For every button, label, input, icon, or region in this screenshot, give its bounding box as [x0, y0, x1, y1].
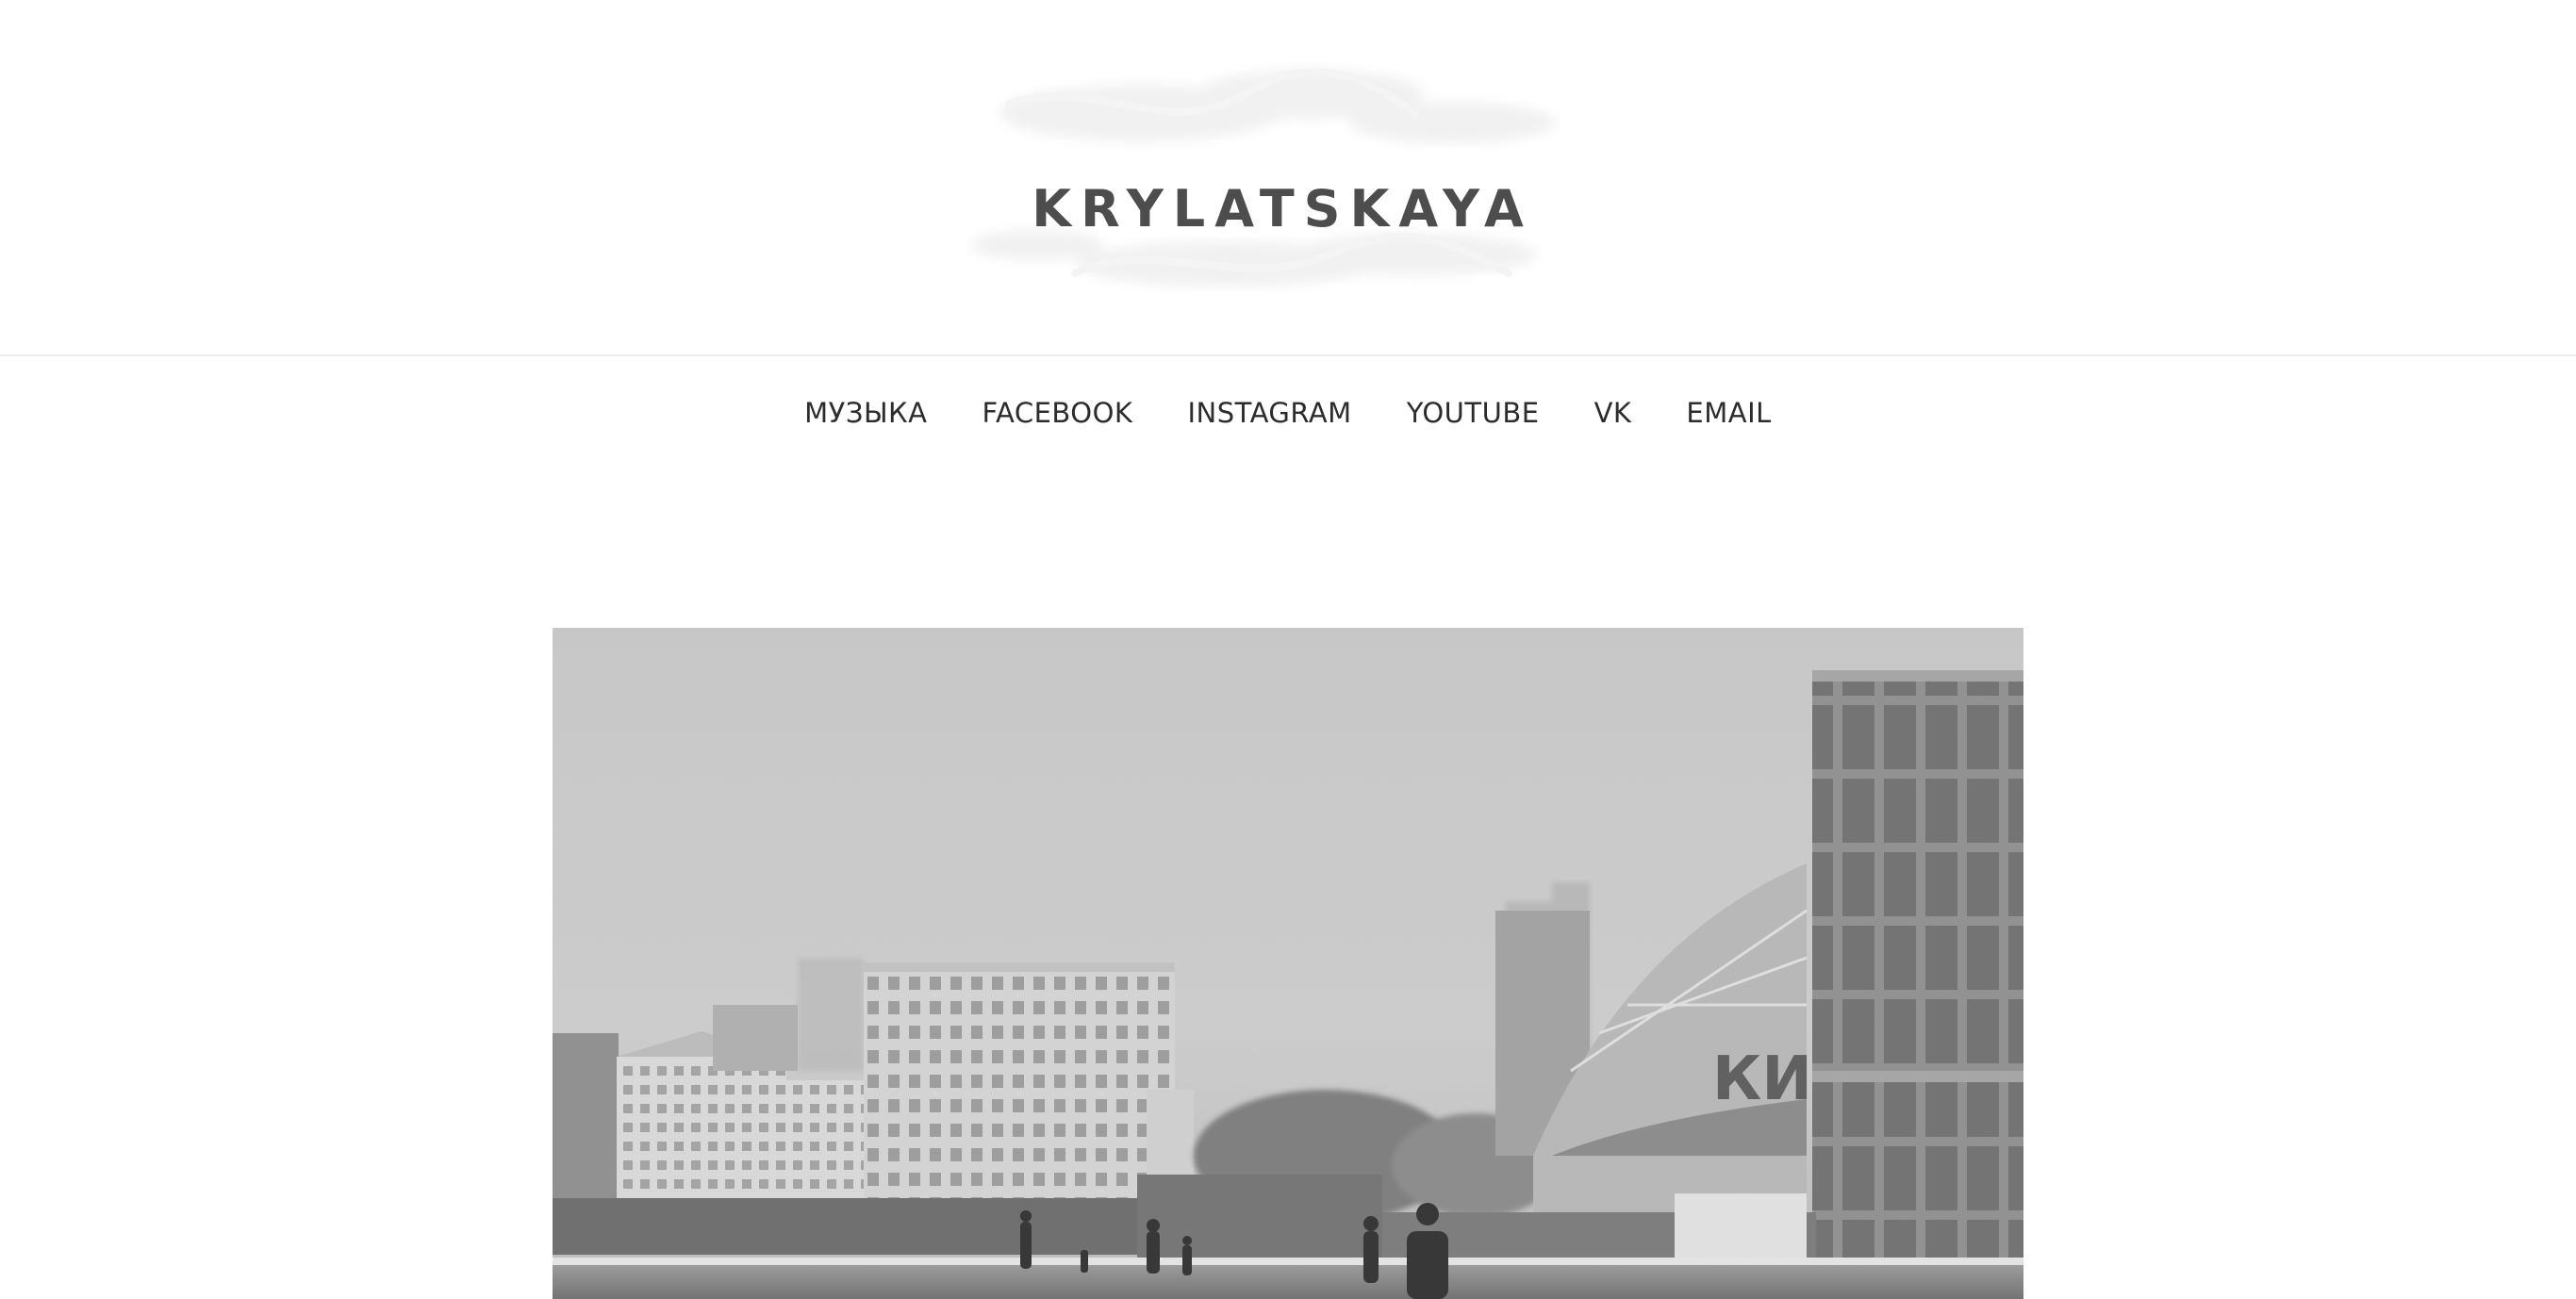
- featured-photo[interactable]: КИЇВ: [553, 628, 2023, 1299]
- main-nav: МУЗЫКА FACEBOOK INSTAGRAM YOUTUBE VK EMA…: [0, 356, 2576, 469]
- logo-text: KRYLATSKAYA: [1032, 179, 1533, 238]
- page: KRYLATSKAYA МУЗЫКА FACEBOOK INSTAGRAM YO…: [0, 0, 2576, 1299]
- nav-item-instagram[interactable]: INSTAGRAM: [1187, 397, 1351, 429]
- nav-item-music[interactable]: МУЗЫКА: [804, 397, 927, 429]
- nav-item-email[interactable]: EMAIL: [1686, 397, 1771, 429]
- nav-item-facebook[interactable]: FACEBOOK: [982, 397, 1132, 429]
- photo-scene: КИЇВ: [553, 628, 2023, 1299]
- site-header: KRYLATSKAYA: [0, 0, 2576, 354]
- nav-item-youtube[interactable]: YOUTUBE: [1407, 397, 1540, 429]
- site-logo[interactable]: KRYLATSKAYA: [886, 38, 1678, 321]
- nav-item-vk[interactable]: VK: [1594, 397, 1632, 429]
